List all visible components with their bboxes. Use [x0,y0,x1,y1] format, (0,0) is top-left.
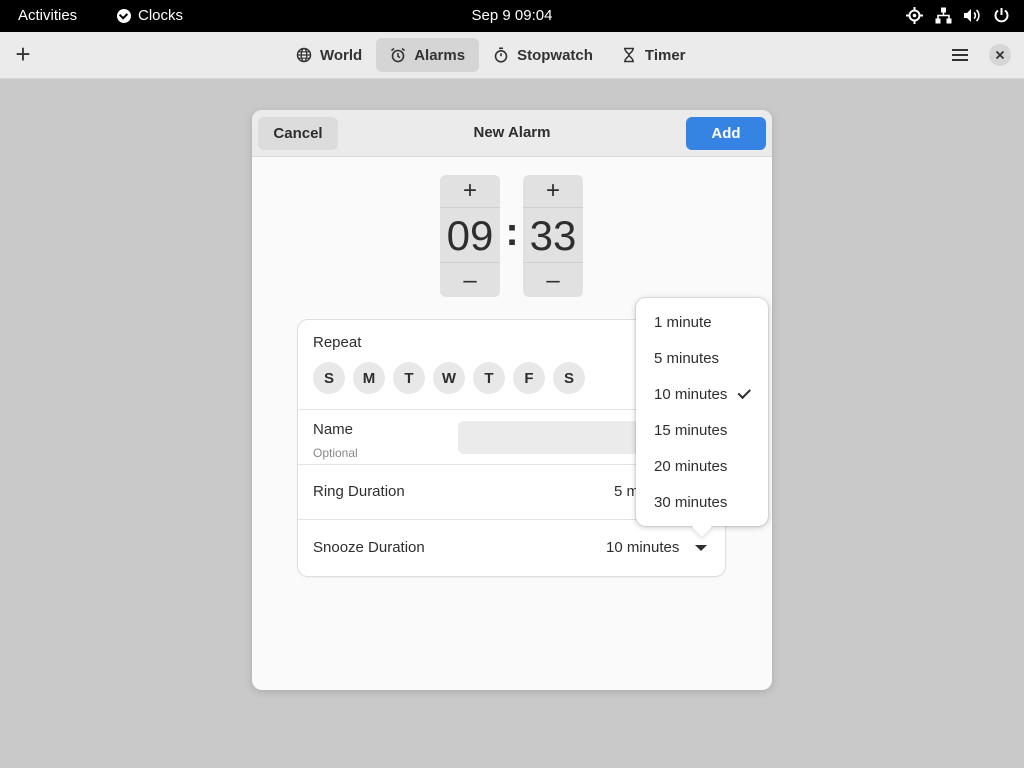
hourglass-icon [623,47,634,63]
ring-duration-label: Ring Duration [313,483,405,500]
location-icon[interactable] [905,6,923,24]
globe-icon [296,47,312,63]
snooze-duration-popover: 1 minute 5 minutes 10 minutes 15 minutes… [636,298,768,526]
main-menu-button[interactable] [950,46,970,64]
window-close-button[interactable] [989,44,1011,66]
option-label: 5 minutes [654,350,720,367]
option-label: 30 minutes [654,494,728,511]
dialog-header: Cancel New Alarm Add [252,110,772,157]
day-toggle-wednesday[interactable]: W [433,362,465,394]
view-switcher: World Alarms Stopwatch Timer [282,38,700,72]
top-bar: Activities Clocks Sep 9 09:04 [0,0,1024,32]
close-icon [995,50,1005,60]
snooze-option-10-minutes[interactable]: 10 minutes [654,385,752,403]
stopwatch-icon [494,47,508,63]
minute-increment-button[interactable]: + [523,175,583,207]
system-tray[interactable] [905,6,1010,24]
time-separator: : [505,210,519,254]
minute-decrement-button[interactable]: – [523,265,583,297]
new-alarm-button[interactable]: + [11,40,35,70]
day-toggle-friday[interactable]: F [513,362,545,394]
snooze-option-1-minute[interactable]: 1 minute [654,314,712,331]
hour-decrement-button[interactable]: – [440,265,500,297]
minute-value[interactable]: 33 [523,207,583,263]
day-toggle-saturday[interactable]: S [553,362,585,394]
snooze-option-15-minutes[interactable]: 15 minutes [654,422,727,439]
snooze-option-30-minutes[interactable]: 30 minutes [654,494,727,511]
snooze-duration-value[interactable]: 10 minutes [606,539,679,556]
name-optional-hint: Optional [313,446,358,460]
name-label: Name [313,421,354,438]
option-label: 10 minutes [654,386,728,403]
hour-value[interactable]: 09 [440,207,500,263]
day-toggle-thursday[interactable]: T [473,362,505,394]
snooze-option-20-minutes[interactable]: 20 minutes [654,458,727,475]
checkmark-icon [737,385,752,400]
tab-timer-label: Timer [644,46,686,64]
alarm-icon [391,47,406,63]
repeat-days: S M T W T F S [313,362,585,394]
tab-stopwatch-label: Stopwatch [517,46,593,64]
snooze-option-5-minutes[interactable]: 5 minutes [654,350,719,367]
dropdown-arrow-icon[interactable] [695,545,707,551]
day-toggle-tuesday[interactable]: T [393,362,425,394]
clock-datetime[interactable]: Sep 9 09:04 [0,7,1024,24]
tab-world-label: World [320,46,363,64]
tab-alarms-label: Alarms [414,46,466,64]
tab-alarms[interactable]: Alarms [376,38,480,72]
day-toggle-sunday[interactable]: S [313,362,345,394]
option-label: 20 minutes [654,458,728,475]
tab-timer[interactable]: Timer [607,38,700,72]
header-bar: + World Alarms Stopwatch Timer [0,32,1024,79]
volume-icon[interactable] [963,6,981,24]
tab-world[interactable]: World [282,38,376,72]
repeat-label: Repeat [313,334,362,351]
option-label: 1 minute [654,314,712,331]
minute-spinner: + 33 – [523,175,583,297]
power-icon[interactable] [992,6,1010,24]
snooze-duration-row[interactable]: Snooze Duration 10 minutes [298,520,725,576]
snooze-duration-label: Snooze Duration [313,539,425,556]
day-toggle-monday[interactable]: M [353,362,385,394]
hour-increment-button[interactable]: + [440,175,500,207]
network-icon[interactable] [934,6,952,24]
option-label: 15 minutes [654,422,728,439]
tab-stopwatch[interactable]: Stopwatch [479,38,607,72]
add-button[interactable]: Add [686,117,766,150]
hamburger-icon [952,49,968,51]
hour-spinner: + 09 – [440,175,500,297]
